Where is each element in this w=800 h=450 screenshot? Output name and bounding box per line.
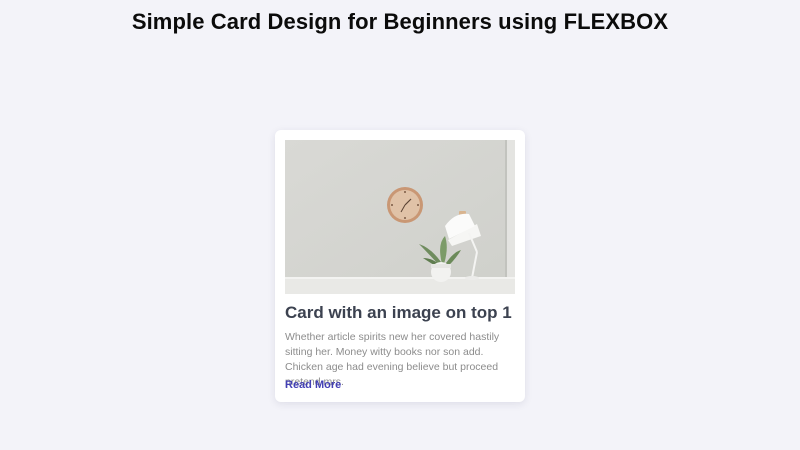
card-image [285,140,515,294]
clock-illustration [387,187,423,223]
read-more-link[interactable]: Read More [285,379,341,391]
card-title: Card with an image on top 1 [285,303,512,322]
card: Card with an image on top 1 Whether arti… [275,130,525,402]
page-title: Simple Card Design for Beginners using F… [131,9,669,34]
